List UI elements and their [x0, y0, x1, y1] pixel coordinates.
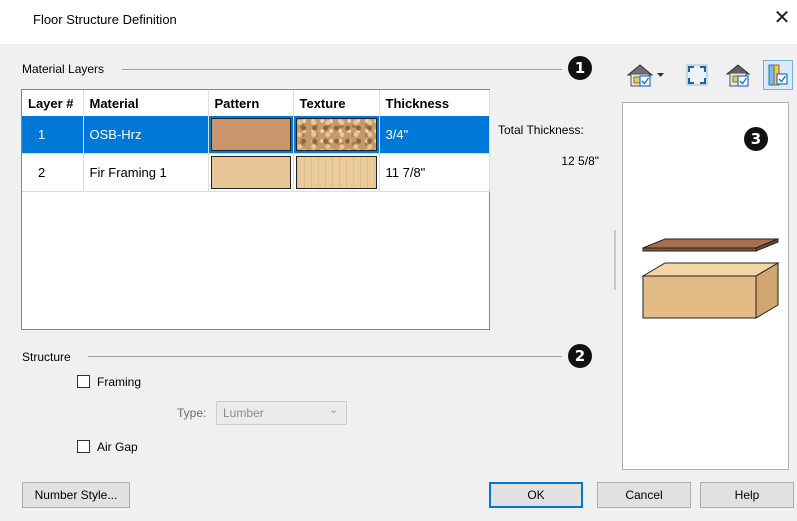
thickness-value[interactable]: 3/4": [379, 116, 490, 154]
material-layers-divider: [122, 69, 562, 70]
layer-number: 1: [22, 116, 84, 154]
layer-number: 2: [22, 153, 84, 192]
column-header-pattern[interactable]: Pattern: [208, 90, 294, 116]
view-house-dropdown-button[interactable]: [624, 60, 670, 90]
column-header-thickness[interactable]: Thickness: [379, 90, 490, 116]
chevron-down-icon: ⌄: [329, 405, 338, 416]
fill-window-icon: [686, 64, 708, 86]
air-gap-checkbox[interactable]: [77, 440, 90, 453]
texture-cell[interactable]: [293, 116, 380, 154]
structure-divider: [88, 356, 562, 357]
air-gap-label[interactable]: Air Gap: [97, 440, 138, 454]
material-house-icon: [725, 64, 751, 87]
type-select[interactable]: Lumber ⌄: [216, 401, 347, 425]
help-button[interactable]: Help: [700, 482, 794, 508]
table-row[interactable]: 1 OSB-Hrz 3/4": [22, 116, 490, 154]
fir-texture-swatch[interactable]: [295, 156, 377, 189]
material-layers-table[interactable]: Layer # Material Pattern Texture Thickne…: [21, 89, 490, 330]
table-row[interactable]: 2 Fir Framing 1 11 7/8": [22, 153, 490, 192]
total-thickness-value: 12 5/8": [561, 154, 599, 168]
preview-splitter[interactable]: [614, 230, 616, 290]
structure-label: Structure: [22, 350, 71, 364]
callout-1: 1: [568, 56, 592, 80]
framing-checkbox[interactable]: [77, 375, 90, 388]
layer-view-button[interactable]: [763, 60, 793, 90]
osb-texture-swatch[interactable]: [295, 118, 377, 151]
total-thickness-label: Total Thickness:: [498, 123, 584, 137]
window-title: Floor Structure Definition: [33, 12, 177, 27]
pattern-cell[interactable]: [208, 153, 294, 192]
column-header-material[interactable]: Material: [83, 90, 209, 116]
osb-pattern-swatch[interactable]: [210, 118, 291, 151]
pattern-cell[interactable]: [208, 116, 294, 154]
framing-label[interactable]: Framing: [97, 375, 141, 389]
layer-view-icon: [768, 64, 788, 86]
material-layers-label: Material Layers: [22, 62, 105, 76]
preview-pane[interactable]: 3: [622, 102, 789, 470]
dialog-body: Material Layers 1 Layer # Material Patte…: [0, 44, 797, 521]
material-name[interactable]: OSB-Hrz: [83, 116, 209, 154]
fir-pattern-swatch[interactable]: [210, 156, 291, 189]
fill-window-button[interactable]: [682, 60, 712, 90]
material-house-button[interactable]: [723, 60, 753, 90]
callout-2: 2: [568, 344, 592, 368]
column-header-texture[interactable]: Texture: [293, 90, 380, 116]
table-header: Layer # Material Pattern Texture Thickne…: [22, 90, 490, 116]
close-icon[interactable]: ✕: [771, 8, 793, 30]
title-bar: Floor Structure Definition ✕: [0, 0, 797, 38]
column-header-layer[interactable]: Layer #: [22, 90, 84, 116]
type-label: Type:: [177, 406, 207, 420]
number-style-button[interactable]: Number Style...: [22, 482, 130, 508]
type-select-value: Lumber: [223, 406, 264, 420]
floor-structure-3d-preview: [641, 238, 780, 319]
ok-button[interactable]: OK: [489, 482, 583, 508]
view-house-dropdown-icon: [626, 64, 664, 87]
cancel-button[interactable]: Cancel: [597, 482, 691, 508]
texture-cell[interactable]: [293, 153, 380, 192]
thickness-value[interactable]: 11 7/8": [379, 153, 490, 192]
material-name[interactable]: Fir Framing 1: [83, 153, 209, 192]
